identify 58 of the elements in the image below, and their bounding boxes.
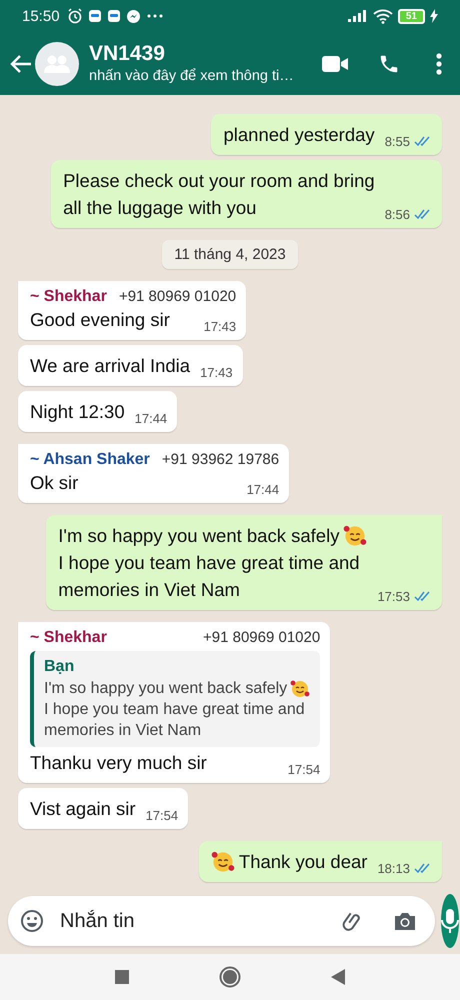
message-time: 17:54 [146, 808, 178, 823]
emoji-icon[interactable] [20, 909, 44, 933]
message-text: Please check out your room and bring [63, 169, 375, 193]
status-time: 15:50 [22, 8, 60, 24]
message-text: I hope you team have great time and [58, 551, 360, 575]
chat-subtitle[interactable]: nhấn vào đây để xem thông ti… [89, 66, 322, 86]
home-icon[interactable] [219, 966, 241, 988]
message-text: Night 12:30 [30, 400, 125, 424]
more-dots-icon [146, 13, 164, 19]
date-separator: 11 tháng 4, 2023 [162, 240, 298, 269]
sender-phone: +91 80969 01020 [202, 629, 320, 646]
chat-bubble-icon [126, 8, 141, 24]
message-text: all the luggage with you [63, 196, 256, 220]
message-text: Thank you dear [238, 850, 368, 874]
battery-indicator: 51 [398, 8, 425, 24]
sender-name: ~ Shekhar [30, 629, 107, 647]
quoted-text: memories in Viet Nam [44, 721, 202, 741]
message-time: 8:56 [384, 207, 410, 222]
message-text: memories in Viet Nam [58, 578, 240, 602]
wifi-icon [372, 8, 393, 24]
sender-name: ~ Shekhar [30, 288, 107, 306]
message-text: I'm so happy you went back safely [58, 524, 340, 548]
sender-name: ~ Ahsan Shaker [30, 451, 150, 469]
chat-title[interactable]: VN1439 [89, 42, 322, 66]
message-time: 17:54 [288, 762, 320, 777]
sender-phone: +91 80969 01020 [118, 288, 236, 305]
video-call-icon[interactable] [322, 54, 348, 72]
message-time: 18:13 [377, 861, 410, 876]
quoted-text: I'm so happy you went back safely [44, 679, 288, 699]
message-input-field[interactable]: Nhắn tin [58, 908, 327, 934]
message-text: Thanku very much sir [30, 751, 207, 775]
message-time: 17:44 [246, 482, 280, 497]
more-options-icon[interactable] [436, 52, 442, 74]
quoted-sender: Bạn [44, 657, 76, 677]
message-text: planned yesterday [223, 123, 375, 147]
message-time: 17:53 [377, 589, 410, 604]
message-time: 8:55 [384, 134, 410, 149]
message-time: 17:43 [204, 319, 236, 334]
quoted-message[interactable]: Bạn I'm so happy you went back safely I hope you team have great time and memories in Viet Nam [30, 651, 320, 747]
app-icon [106, 9, 121, 23]
alarm-clock-icon [66, 8, 83, 24]
back-icon[interactable] [331, 969, 345, 985]
app-icon [88, 9, 102, 23]
message-time: 17:44 [134, 411, 168, 426]
microphone-button[interactable] [441, 894, 459, 948]
group-avatar[interactable] [35, 42, 79, 86]
sender-phone: +91 93962 19786 [162, 451, 280, 468]
camera-icon[interactable] [393, 910, 417, 932]
quoted-text: I hope you team have great time and [44, 700, 305, 720]
back-arrow-icon[interactable] [10, 54, 32, 74]
message-time: 17:43 [200, 365, 233, 380]
charging-bolt-icon [430, 9, 438, 23]
signal-icon [348, 10, 368, 22]
message-text: We are arrival India [30, 354, 190, 378]
message-text: Good evening sir [30, 308, 170, 332]
message-text: Ok sir [30, 471, 78, 495]
message-text: Vist again sir [30, 797, 136, 821]
message-composer[interactable]: Nhắn tin [8, 896, 435, 946]
